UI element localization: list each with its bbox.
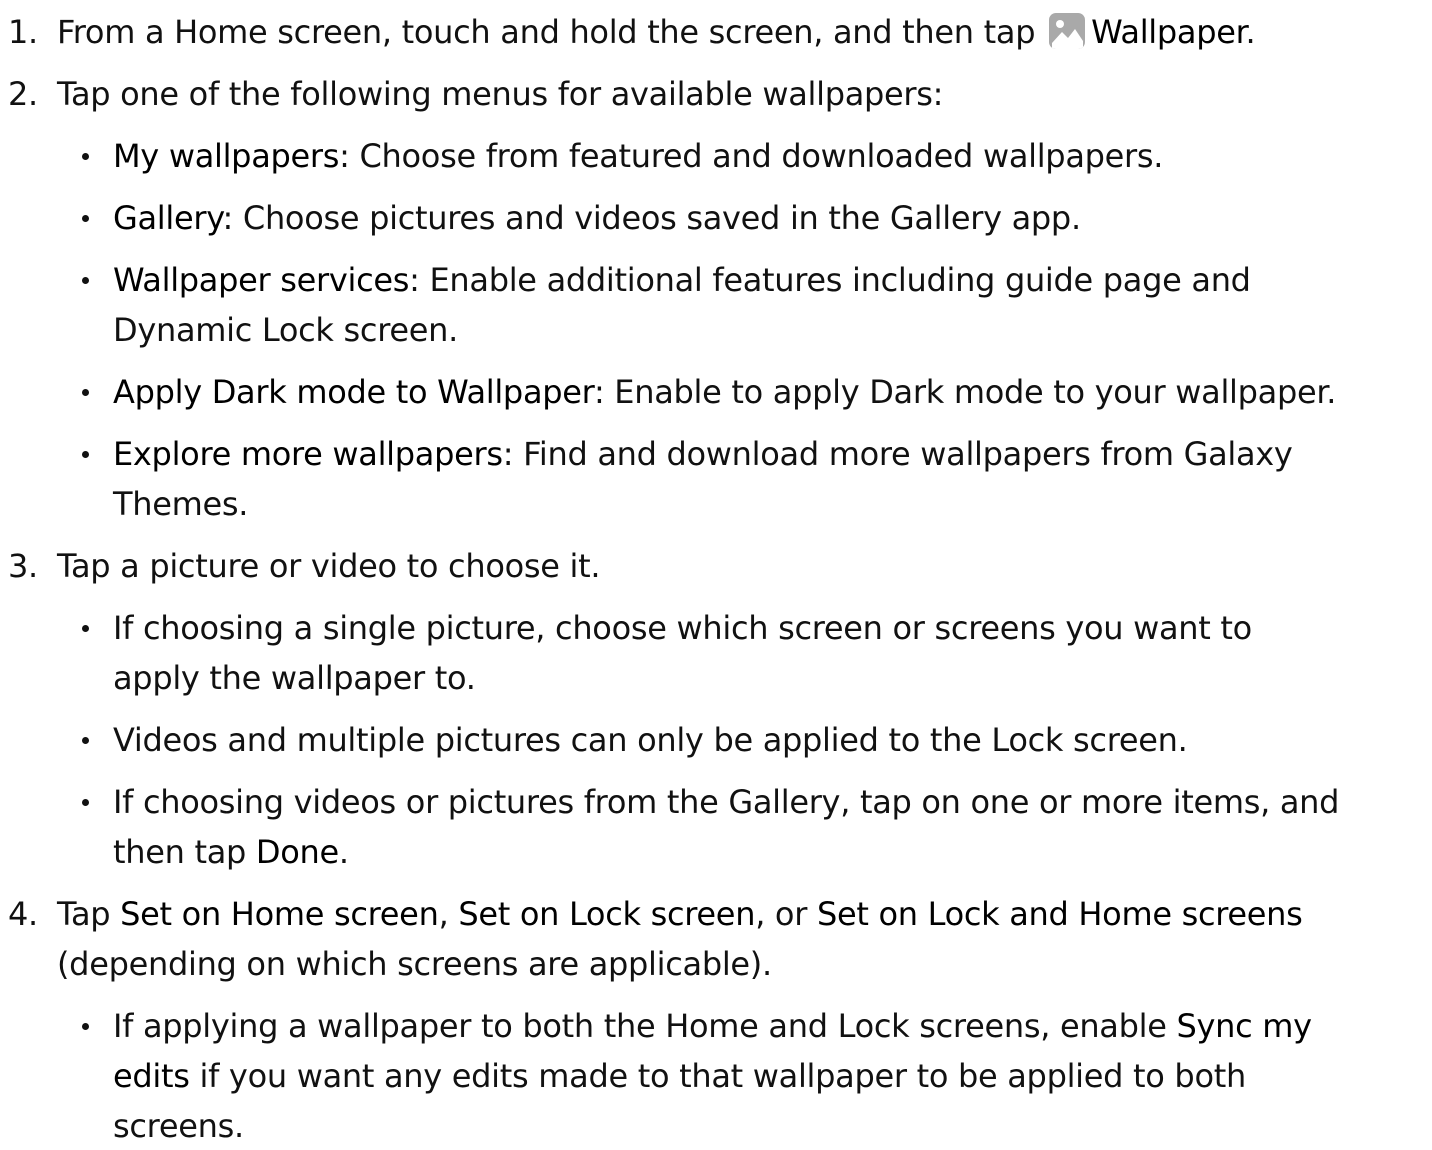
step-text-before: Tap xyxy=(57,895,121,933)
done-term: Done xyxy=(255,833,339,871)
menu-description: : Choose from featured and downloaded wa… xyxy=(339,137,1164,175)
step-text: From a Home screen, touch and hold the s… xyxy=(57,8,1256,56)
step-text-cont: (depending on which screens are applicab… xyxy=(57,945,772,983)
list-item: Explore more wallpapers: Find and downlo… xyxy=(0,430,1420,530)
step-number: 4. xyxy=(8,895,38,933)
bullet-text: If applying a wallpaper to both the Home… xyxy=(113,1002,1312,1050)
edits-term: edits xyxy=(113,1057,190,1095)
bullet-text: If choosing a single picture, choose whi… xyxy=(113,609,1252,647)
separator: , xyxy=(438,895,459,933)
bullet-text-before: If applying a wallpaper to both the Home… xyxy=(113,1007,1177,1045)
list-item: If choosing a single picture, choose whi… xyxy=(0,604,1420,704)
step-text: Tap a picture or video to choose it. xyxy=(57,547,601,585)
menu-description: : Enable to apply Dark mode to your wall… xyxy=(593,373,1337,411)
step-text-after: . xyxy=(1245,13,1256,51)
list-item: If choosing videos or pictures from the … xyxy=(0,778,1420,878)
bullet-text-after: if you want any edits made to that wallp… xyxy=(189,1057,1246,1095)
bullet-dot xyxy=(82,389,89,396)
bullet-dot xyxy=(82,277,89,284)
bullet-dot xyxy=(82,1023,89,1030)
menu-term: Gallery xyxy=(113,199,223,237)
menu-description: : Choose pictures and videos saved in th… xyxy=(222,199,1082,237)
step-text: Tap one of the following menus for avail… xyxy=(57,75,944,113)
bullet-text-cont: apply the wallpaper to. xyxy=(113,659,476,697)
bullet-dot xyxy=(82,625,89,632)
step-number: 2. xyxy=(8,75,38,113)
wallpaper-icon xyxy=(1049,13,1086,49)
bullet-text: If choosing videos or pictures from the … xyxy=(113,783,1340,821)
bullet-dot xyxy=(82,451,89,458)
bullet-text-after: . xyxy=(338,833,349,871)
instructions-page: 1. From a Home screen, touch and hold th… xyxy=(0,0,1432,1145)
bullet-text-before: then tap xyxy=(113,833,256,871)
menu-term: Apply Dark mode to Wallpaper xyxy=(113,373,594,411)
sync-term: Sync my xyxy=(1176,1007,1312,1045)
set-home-term: Set on Home screen xyxy=(120,895,439,933)
bullet-dot xyxy=(82,737,89,744)
separator: , or xyxy=(755,895,817,933)
bullet-text-cont: then tap Done. xyxy=(113,828,349,876)
step-text: Tap Set on Home screen, Set on Lock scre… xyxy=(57,890,1303,938)
bullet-dot xyxy=(82,799,89,806)
menu-term: Wallpaper services xyxy=(113,261,410,299)
list-item: If applying a wallpaper to both the Home… xyxy=(0,1002,1420,1145)
menu-description-cont: Dynamic Lock screen. xyxy=(113,311,458,349)
step-4: 4. Tap Set on Home screen, Set on Lock s… xyxy=(0,890,1420,990)
menu-description: : Find and download more wallpapers from… xyxy=(502,435,1293,473)
menu-description: : Enable additional features including g… xyxy=(409,261,1251,299)
bullet-dot xyxy=(82,153,89,160)
step-number: 1. xyxy=(8,13,38,51)
wallpaper-term: Wallpaper xyxy=(1091,13,1246,51)
bullet-text-cont: edits if you want any edits made to that… xyxy=(113,1052,1246,1100)
step-number: 3. xyxy=(8,547,38,585)
menu-term: Explore more wallpapers xyxy=(113,435,503,473)
bullet-text-cont: screens. xyxy=(113,1107,244,1145)
bullet-text: Videos and multiple pictures can only be… xyxy=(113,721,1188,759)
menu-term: My wallpapers xyxy=(113,137,340,175)
set-lock-home-term: Set on Lock and Home screens xyxy=(816,895,1303,933)
set-lock-term: Set on Lock screen xyxy=(458,895,756,933)
bullet-dot xyxy=(82,215,89,222)
list-item: Wallpaper services: Enable additional fe… xyxy=(0,256,1420,356)
step-text-before: From a Home screen, touch and hold the s… xyxy=(57,13,1046,51)
menu-description-cont: Themes. xyxy=(113,485,249,523)
